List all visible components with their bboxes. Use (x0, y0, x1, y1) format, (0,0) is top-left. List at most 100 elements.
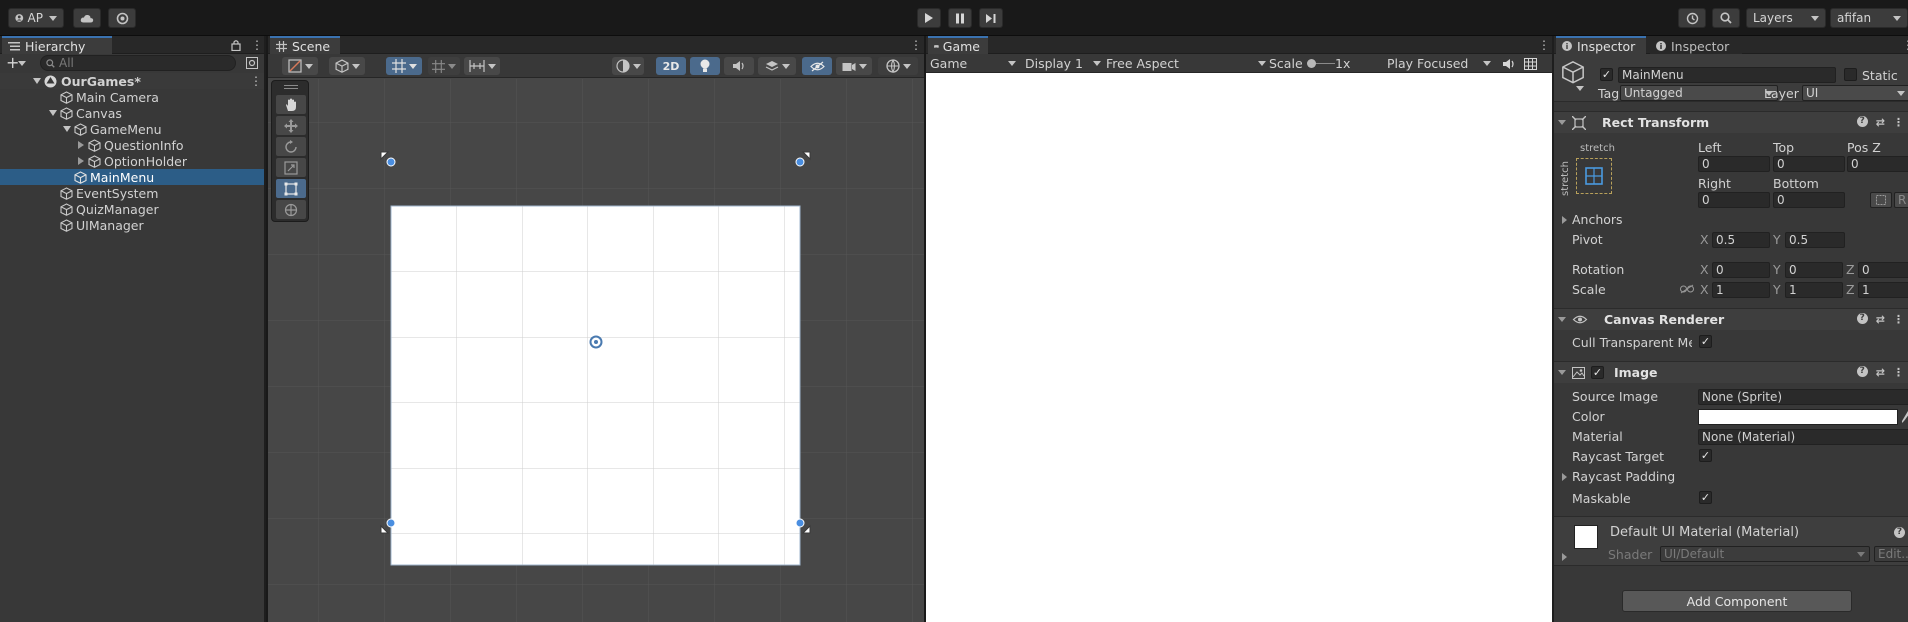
add-component-button[interactable]: Add Component (1622, 590, 1852, 612)
search-button[interactable] (1712, 8, 1740, 28)
canvas-rect-gizmo[interactable] (268, 79, 924, 622)
lighting-toggle[interactable] (690, 57, 720, 75)
cull-transparent-checkbox[interactable]: ✓ (1699, 335, 1712, 348)
more-options-icon[interactable]: ⋮ (1538, 39, 1550, 51)
rotation-y-input[interactable]: 0 (1785, 262, 1843, 278)
pivot-handle[interactable] (589, 335, 603, 349)
more-options-icon[interactable]: ⋮ (250, 75, 262, 87)
tag-dropdown[interactable]: Untagged (1620, 85, 1778, 101)
scale-x-input[interactable]: 1 (1712, 282, 1770, 298)
object-name-input[interactable]: MainMenu (1618, 67, 1836, 83)
more-options-icon[interactable]: ⋮ (1893, 366, 1904, 379)
step-button[interactable] (979, 8, 1003, 28)
layer-dropdown[interactable]: UI (1802, 85, 1908, 101)
raycast-padding-foldout[interactable]: Raycast Padding (1572, 469, 1675, 484)
move-tool-button[interactable] (276, 116, 306, 135)
more-options-icon[interactable]: ⋮ (1893, 313, 1904, 326)
display-dropdown[interactable]: Display 1 (1025, 55, 1101, 72)
grid-snap-toggle[interactable] (386, 57, 422, 75)
layers-dropdown[interactable]: Layers (1746, 8, 1826, 28)
account-dropdown[interactable]: AP (8, 8, 64, 28)
scene-panel[interactable]: Scene ⋮ 2D (268, 36, 924, 622)
hierarchy-item[interactable]: Canvas (0, 105, 264, 121)
scene-root-row[interactable]: OurGames* ⋮ (0, 73, 264, 89)
raycast-target-checkbox[interactable]: ✓ (1699, 449, 1712, 462)
anchor-top-right-handle[interactable] (794, 150, 812, 168)
preset-sliders-icon[interactable]: ⇄ (1876, 366, 1885, 379)
gizmos-dropdown[interactable] (878, 57, 918, 75)
expand-arrow-icon[interactable] (62, 124, 72, 134)
play-button[interactable] (917, 8, 941, 28)
static-checkbox[interactable] (1844, 68, 1857, 81)
collab-button[interactable] (108, 8, 136, 28)
hand-tool-button[interactable] (276, 95, 306, 114)
hierarchy-item[interactable]: UIManager (0, 217, 264, 233)
preset-sliders-icon[interactable]: ⇄ (1876, 313, 1885, 326)
collapse-arrow-icon[interactable] (76, 140, 86, 150)
anchor-top-left-handle[interactable] (379, 150, 397, 168)
bottom-input[interactable]: 0 (1773, 192, 1845, 208)
layout-dropdown[interactable]: afifan (1830, 8, 1908, 28)
expand-arrow-icon[interactable] (32, 76, 42, 86)
scale-y-input[interactable]: 1 (1785, 282, 1843, 298)
expand-arrow-icon[interactable] (1562, 553, 1567, 561)
audio-toggle[interactable] (724, 57, 754, 75)
drag-handle-icon[interactable] (284, 85, 298, 89)
hierarchy-item[interactable]: GameMenu (0, 121, 264, 137)
rotation-x-input[interactable]: 0 (1712, 262, 1770, 278)
anchors-foldout[interactable]: Anchors (1572, 212, 1623, 227)
collapse-arrow-icon[interactable] (76, 156, 86, 166)
align-dropdown[interactable] (464, 57, 500, 75)
expand-arrow-icon[interactable] (48, 108, 58, 118)
more-options-icon[interactable]: ⋮ (251, 39, 263, 51)
game-view-render[interactable] (926, 73, 1552, 622)
rotate-tool-button[interactable] (276, 137, 306, 156)
shader-edit-button[interactable]: Edit... (1874, 546, 1908, 562)
tab-inspector[interactable]: Inspector (1556, 36, 1646, 54)
canvas-renderer-header[interactable]: Canvas Renderer ? ⇄ ⋮ (1554, 308, 1908, 330)
pivot-x-input[interactable]: 0.5 (1712, 232, 1770, 248)
anchor-bottom-right-handle[interactable] (794, 517, 812, 535)
hierarchy-item[interactable]: Main Camera (0, 89, 264, 105)
active-checkbox[interactable]: ✓ (1600, 68, 1613, 81)
draw-mode-dropdown[interactable] (282, 57, 318, 75)
constrain-proportions-icon[interactable] (1680, 284, 1694, 294)
icon-picker-arrow[interactable] (1576, 86, 1584, 91)
scene-visibility-toggle[interactable] (802, 57, 832, 75)
slider-thumb[interactable] (1307, 59, 1316, 68)
mode-2d-toggle[interactable]: 2D (656, 57, 686, 75)
cloud-button[interactable] (73, 8, 101, 28)
left-input[interactable]: 0 (1698, 156, 1770, 172)
pause-button[interactable] (948, 8, 972, 28)
transform-tool-button[interactable] (276, 200, 306, 219)
shading-dropdown[interactable] (612, 57, 644, 75)
material-field[interactable]: None (Material) (1698, 429, 1908, 445)
game-view-dropdown[interactable]: Game (930, 55, 1016, 72)
stats-button[interactable] (1524, 55, 1540, 72)
increment-snap-dropdown[interactable] (428, 57, 460, 75)
help-icon[interactable]: ? (1856, 116, 1868, 127)
source-image-field[interactable]: None (Sprite) (1698, 389, 1908, 405)
hierarchy-item[interactable]: QuizManager (0, 201, 264, 217)
hierarchy-item[interactable]: OptionHolder (0, 153, 264, 169)
tab-game[interactable]: Game (928, 36, 988, 54)
help-icon[interactable]: ? (1894, 527, 1905, 538)
expand-arrow-icon[interactable] (1562, 216, 1567, 224)
hierarchy-item-selected[interactable]: MainMenu (0, 169, 264, 185)
preset-sliders-icon[interactable]: ⇄ (1876, 116, 1885, 129)
top-input[interactable]: 0 (1773, 156, 1845, 172)
scale-tool-button[interactable] (276, 158, 306, 177)
rotation-z-input[interactable]: 0 (1858, 262, 1908, 278)
effects-dropdown[interactable] (758, 57, 796, 75)
anchor-preset-button[interactable] (1576, 158, 1612, 194)
shader-dropdown[interactable]: UI/Default (1660, 546, 1870, 562)
image-enabled-checkbox[interactable]: ✓ (1591, 366, 1604, 379)
hierarchy-search-input[interactable]: All (40, 55, 236, 71)
expand-arrow-icon[interactable] (1562, 473, 1567, 481)
tab-hierarchy[interactable]: Hierarchy (2, 36, 112, 54)
eyedropper-icon[interactable] (1902, 411, 1908, 423)
undo-history-button[interactable] (1678, 8, 1706, 28)
rect-tool-button[interactable] (276, 179, 306, 198)
help-icon[interactable]: ? (1856, 313, 1868, 324)
tab-inspector-2[interactable]: Inspector (1650, 36, 1742, 54)
